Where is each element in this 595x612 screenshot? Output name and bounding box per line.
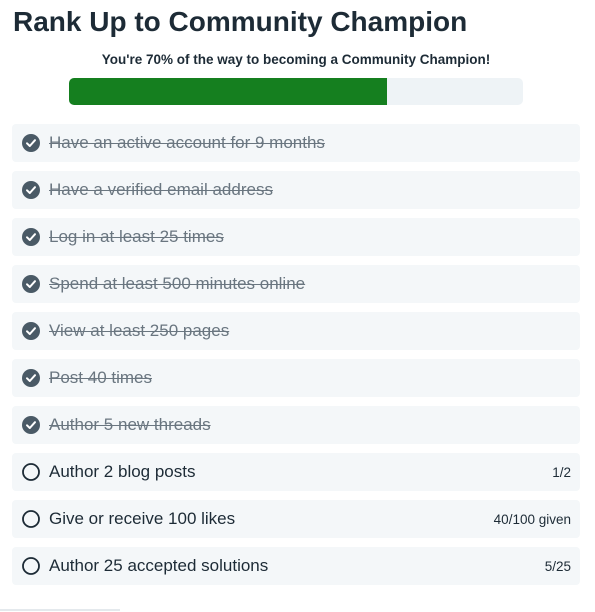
empty-circle-icon — [22, 463, 40, 481]
page-title: Rank Up to Community Champion — [13, 6, 468, 37]
requirement-progress: 5/25 — [544, 558, 571, 574]
empty-circle-icon — [22, 510, 40, 528]
progress-bar-fill — [69, 78, 387, 105]
requirement-progress: 40/100 given — [493, 511, 571, 527]
requirement-item: Author 25 accepted solutions 5/25 — [12, 547, 580, 585]
requirement-item: Log in at least 25 times — [12, 218, 580, 256]
requirement-item: Spend at least 500 minutes online — [12, 265, 580, 303]
requirements-list: Have an active account for 9 months Have … — [12, 124, 580, 594]
check-circle-icon — [22, 416, 40, 434]
requirement-label: Have an active account for 9 months — [49, 133, 325, 152]
requirement-label: Have a verified email address — [49, 180, 273, 199]
requirement-item: Post 40 times — [12, 359, 580, 397]
requirement-label: Author 5 new threads — [49, 415, 211, 434]
requirement-label: Log in at least 25 times — [49, 227, 224, 246]
progress-summary: You're 70% of the way to becoming a Comm… — [101, 52, 491, 67]
requirement-item: Author 2 blog posts 1/2 — [12, 453, 580, 491]
requirement-progress: 1/2 — [552, 464, 571, 480]
check-circle-icon — [22, 134, 40, 152]
requirement-item: View at least 250 pages — [12, 312, 580, 350]
requirement-item: Author 5 new threads — [12, 406, 580, 444]
check-circle-icon — [22, 181, 40, 199]
check-circle-icon — [22, 322, 40, 340]
requirement-label: View at least 250 pages — [49, 321, 230, 340]
requirement-label: Post 40 times — [49, 368, 152, 387]
requirement-item: Have an active account for 9 months — [12, 124, 580, 162]
divider — [0, 609, 120, 611]
requirement-label: Spend at least 500 minutes online — [49, 274, 306, 293]
requirement-item: Have a verified email address — [12, 171, 580, 209]
requirement-label: Author 25 accepted solutions — [49, 556, 269, 575]
requirement-label: Give or receive 100 likes — [49, 509, 236, 528]
rank-up-panel: Rank Up to Community Champion You're 70%… — [0, 0, 595, 612]
progress-bar — [69, 78, 523, 105]
check-circle-icon — [22, 369, 40, 387]
requirement-label: Author 2 blog posts — [49, 462, 196, 481]
empty-circle-icon — [22, 557, 40, 575]
check-circle-icon — [22, 228, 40, 246]
check-circle-icon — [22, 275, 40, 293]
requirement-item: Give or receive 100 likes 40/100 given — [12, 500, 580, 538]
